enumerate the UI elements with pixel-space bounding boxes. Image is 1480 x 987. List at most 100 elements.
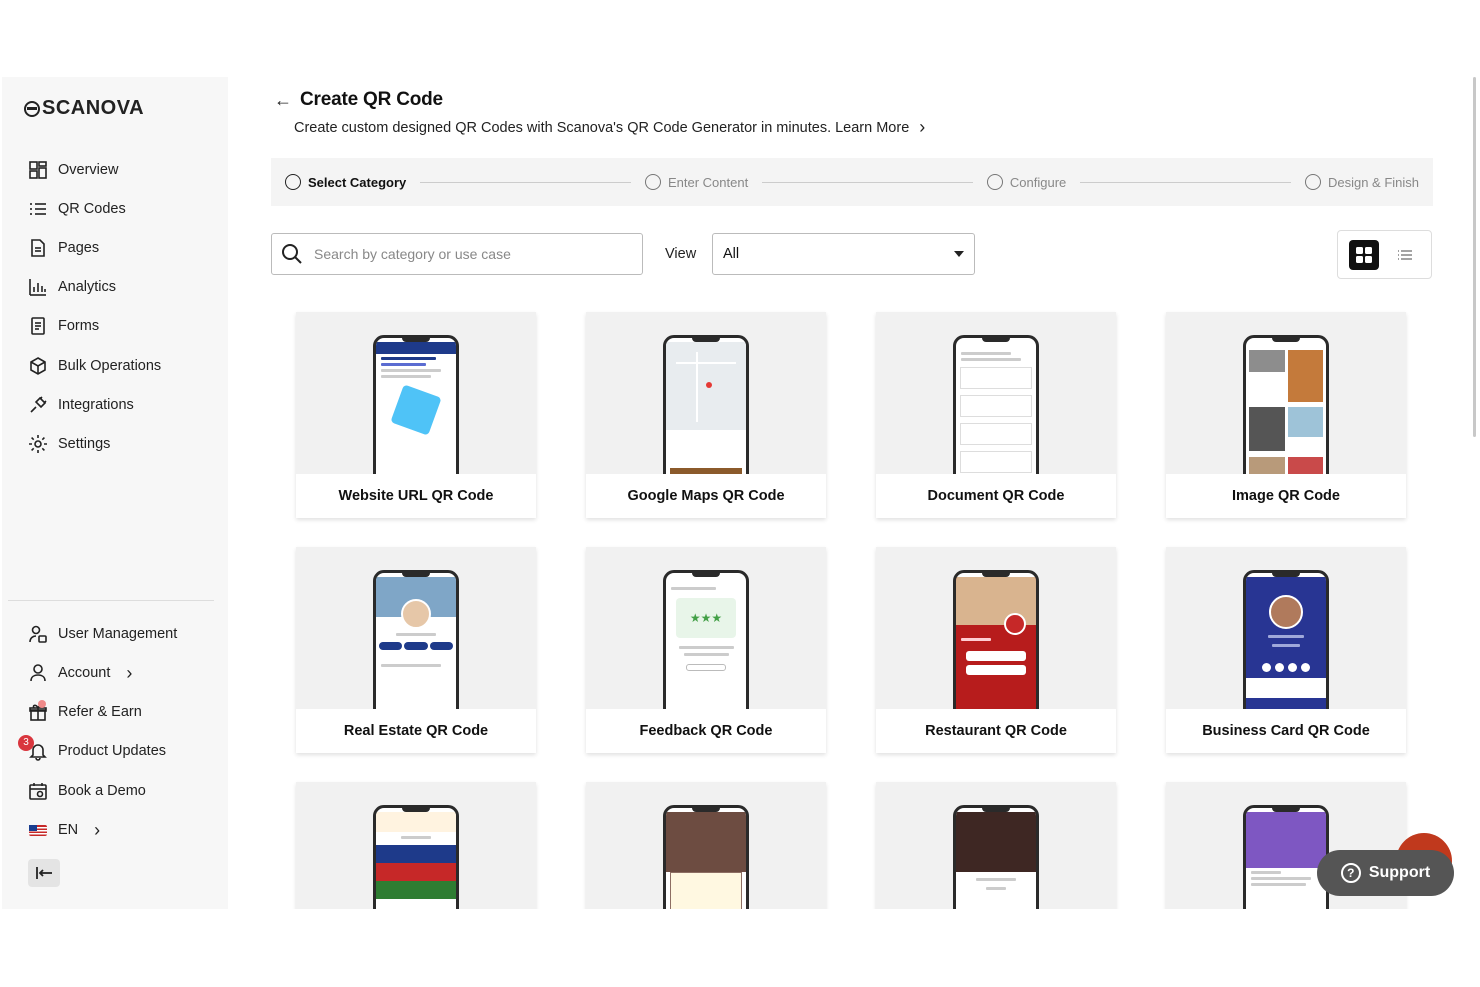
learn-more-link[interactable]: Learn More [835, 120, 909, 136]
sidebar-item-overview[interactable]: Overview [28, 157, 118, 183]
sidebar-item-forms[interactable]: Forms [28, 313, 99, 339]
step-label: Configure [1009, 174, 1067, 190]
sidebar-item-integrations[interactable]: Integrations [28, 392, 134, 418]
sidebar-item-label: Forms [58, 318, 100, 334]
form-icon [28, 316, 48, 336]
overview-icon [28, 160, 48, 180]
page-header: ← Create QR Code [274, 89, 443, 111]
card-preview [1166, 547, 1406, 709]
grid-view-button[interactable] [1349, 239, 1380, 270]
view-select-value: All [723, 246, 740, 262]
chevron-right-icon[interactable]: › [919, 117, 925, 138]
sidebar-item-refer-earn[interactable]: Refer & Earn [28, 699, 142, 725]
card-real-estate[interactable]: Real Estate QR Code [296, 547, 536, 753]
card-document[interactable]: Document QR Code [876, 312, 1116, 518]
phone-mockup [373, 570, 459, 709]
card-preview [1166, 312, 1406, 474]
card-google-maps[interactable]: Google Maps QR Code [586, 312, 826, 518]
grid-icon [1356, 246, 1373, 263]
gift-icon [28, 700, 48, 722]
card-label: Document QR Code [876, 474, 1116, 518]
list-icon [1397, 249, 1412, 260]
help-icon: ? [1340, 863, 1361, 883]
plug-icon [28, 395, 48, 415]
list-view-button[interactable] [1390, 240, 1420, 270]
sidebar-item-settings[interactable]: Settings [28, 431, 110, 457]
sidebar-item-label: Product Updates [58, 743, 167, 759]
sidebar-item-label: Bulk Operations [58, 358, 162, 374]
caret-down-icon [954, 251, 964, 257]
card-preview [296, 782, 536, 909]
step-circle-icon [1304, 174, 1321, 190]
step-configure: Configure [986, 174, 1067, 190]
sidebar-item-label: Account [58, 665, 111, 681]
card-preview [586, 782, 826, 909]
sidebar-item-pages[interactable]: Pages [28, 235, 99, 261]
card-label: Website URL QR Code [296, 474, 536, 518]
sidebar-item-book-demo[interactable]: Book a Demo [28, 778, 146, 804]
step-circle-icon [285, 174, 301, 190]
calendar-icon [28, 781, 48, 801]
page-scrollbar[interactable] [1473, 77, 1476, 437]
phone-mockup [373, 335, 459, 474]
card-wedding[interactable] [586, 782, 826, 909]
analytics-icon [28, 277, 48, 297]
card-preview [876, 312, 1116, 474]
step-connector [762, 181, 973, 183]
sidebar-item-label: Integrations [58, 397, 134, 413]
sidebar-item-label: Overview [58, 162, 119, 178]
card-feedback[interactable]: ★★★ Feedback QR Code [586, 547, 826, 753]
search-input[interactable] [314, 246, 614, 262]
phone-mockup [953, 335, 1039, 474]
phone-mockup [1243, 335, 1329, 474]
step-select-category: Select Category [285, 174, 406, 190]
step-circle-icon [986, 174, 1003, 190]
user-icon [28, 663, 48, 683]
card-label: Restaurant QR Code [876, 709, 1116, 753]
card-website-url[interactable]: Website URL QR Code [296, 312, 536, 518]
bell-icon: 3 [18, 735, 48, 761]
sidebar-item-account[interactable]: Account › [28, 660, 132, 686]
chevron-right-icon: › [126, 662, 133, 683]
support-label: Support [1368, 864, 1431, 881]
card-event[interactable] [876, 782, 1116, 909]
card-business-card[interactable]: Business Card QR Code [1166, 547, 1406, 753]
sidebar-item-analytics[interactable]: Analytics [28, 274, 116, 300]
sidebar-item-product-updates[interactable]: 3 Product Updates [18, 735, 167, 764]
back-arrow-icon[interactable]: ← [274, 90, 292, 111]
phone-mockup [953, 570, 1039, 709]
collapse-arrow-icon [36, 867, 52, 879]
card-social-media[interactable] [296, 782, 536, 909]
view-label: View [665, 246, 697, 262]
sidebar-item-user-management[interactable]: User Management [28, 621, 177, 647]
sidebar-item-bulk-operations[interactable]: Bulk Operations [28, 353, 161, 379]
search-icon [282, 244, 302, 264]
card-image[interactable]: Image QR Code [1166, 312, 1406, 518]
sidebar-item-label: Analytics [58, 279, 117, 295]
card-preview: ★★★ [586, 547, 826, 709]
sidebar-item-label: Book a Demo [58, 783, 146, 799]
us-flag-icon [28, 820, 48, 840]
app-window: SCANOVA Overview QR Codes Pages Analytic… [2, 77, 1474, 909]
sidebar: SCANOVA Overview QR Codes Pages Analytic… [2, 77, 228, 909]
sidebar-item-label: EN [58, 822, 79, 838]
sidebar-item-language[interactable]: EN › [28, 817, 100, 843]
collapse-sidebar-button[interactable] [28, 859, 60, 887]
search-box [271, 233, 643, 275]
phone-mockup [1243, 805, 1329, 909]
card-label: Feedback QR Code [586, 709, 826, 753]
card-label: Real Estate QR Code [296, 709, 536, 753]
view-select[interactable]: All [712, 233, 975, 275]
card-preview [296, 312, 536, 474]
step-connector [1080, 181, 1291, 183]
phone-mockup [373, 805, 459, 909]
sidebar-item-label: User Management [58, 626, 178, 642]
brand-logo[interactable]: SCANOVA [24, 97, 144, 120]
notification-badge: 3 [18, 735, 34, 751]
cube-icon [28, 356, 48, 376]
card-label: Google Maps QR Code [586, 474, 826, 518]
list-icon [28, 199, 48, 219]
support-button[interactable]: ? Support [1317, 850, 1454, 896]
sidebar-item-qr-codes[interactable]: QR Codes [28, 196, 126, 222]
card-restaurant[interactable]: Restaurant QR Code [876, 547, 1116, 753]
